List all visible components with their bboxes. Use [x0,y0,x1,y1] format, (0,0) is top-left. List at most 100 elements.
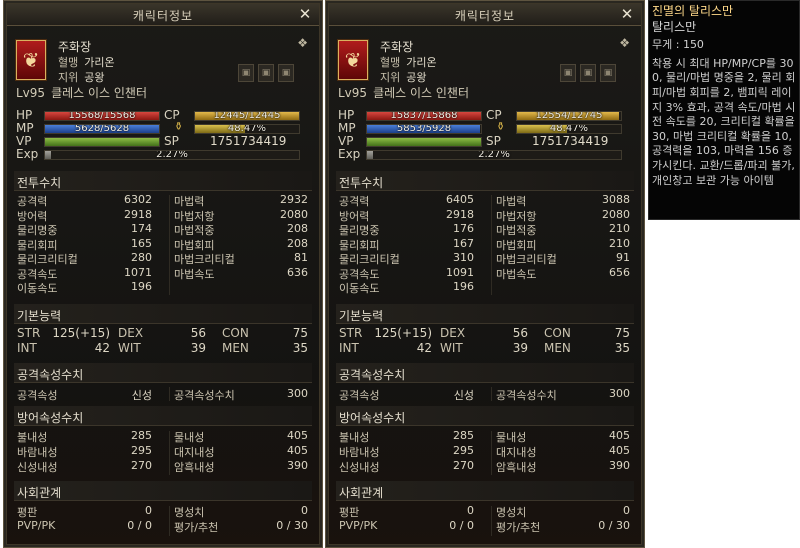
pledge-row: 혈맹 가리온 [380,54,437,70]
rank-row: 지위 공왕 [380,69,427,85]
stat-label: 이동속도 [17,282,58,295]
window-titlebar[interactable]: 캐릭터정보 ✕ [329,4,641,26]
stat-value: 405 [287,429,308,442]
lock-icon[interactable]: ▣ [238,64,254,82]
stat-value: 295 [131,444,152,457]
stat-value: 1071 [124,265,152,279]
attack-attribute-row: 공격속성 신성 공격속성수치 300 [336,387,634,402]
vitals-bars: HP 15837/15868 MP 5853/5928 VP Exp 2.27% CP 1255… [336,108,634,164]
stat-value: 270 [131,459,152,472]
basic-stat-row: STR 125(+15) DEX 56 CON 75 [14,326,312,340]
stat-value: 2932 [280,193,308,206]
basic-stat-row: INT 42 WIT 39 MEN 35 [336,341,634,355]
rank-label: 지위 [58,71,79,84]
stat-label: 신성내성 [17,461,58,474]
stat-label: 불내성 [339,431,370,444]
exp-bar: 2.27% [44,150,300,160]
character-level: Lv95 [338,86,368,100]
exp-value: 2.27% [156,150,188,160]
stat-label: 공격속성 [339,389,380,402]
rank-row: 지위 공왕 [58,69,105,85]
stat-value: 6405 [446,193,474,206]
stat-value: 0 / 0 [127,519,152,532]
sp-value: 1751734419 [210,134,287,148]
close-icon[interactable]: ✕ [297,5,313,23]
defense-attribute: 불내성 285 물내성 405 바람내성 295 대지내성 405 신성내성 270 암흑내성 390 [14,429,312,477]
lock-icon[interactable]: ▣ [600,64,616,82]
lock-icon[interactable]: ▣ [580,64,596,82]
stat-value: 405 [287,444,308,457]
stat-label: INT [339,341,359,355]
window-titlebar[interactable]: 캐릭터정보 ✕ [7,4,319,26]
stat-label: STR [17,326,41,340]
stat-value: 280 [131,251,152,264]
combat-stat-row: 물리회피 165 마법회피 208 [14,237,312,252]
social-row: 평판 0 명성치 0 [14,504,312,519]
gem-icon: ❖ [297,36,308,50]
basic-stats-header: 기본능력 [14,304,312,324]
social-row: 평판 0 명성치 0 [336,504,634,519]
stat-value: 285 [453,429,474,442]
stat-value: 210 [609,222,630,235]
stat-value: 174 [131,222,152,235]
weight-pouch-icon: ⚱ [496,120,506,133]
cp-row: CP 12445/12445 [14,108,312,122]
stat-value: 39 [512,341,528,355]
attack-attribute: 공격속성 신성 공격속성수치 300 [14,385,312,403]
stat-label: 불내성 [17,431,48,444]
combat-stat-row: 이동속도 196 [14,280,312,295]
sp-row: SP 1751734419 [336,134,634,148]
stat-value: 56 [190,326,206,340]
character-name: 주화장 [380,40,414,54]
stat-label: 암흑내성 [496,461,537,474]
basic-stat-row: STR 125(+15) DEX 56 CON 75 [336,326,634,340]
stat-value: 405 [609,444,630,457]
lock-icon[interactable]: ▣ [560,64,576,82]
stat-label: STR [339,326,363,340]
stat-label: CON [544,326,571,340]
weight-value: 48.47% [227,124,267,134]
stat-label: 공격속성수치 [174,389,235,402]
level-class-row: Lv95 클레스 이스 인챈터 [338,84,469,101]
vitals-bars: HP 15568/15568 MP 5628/5628 VP Exp 2.27% CP 1244… [14,108,312,164]
character-class: 클레스 이스 인챈터 [51,86,148,100]
stat-label: 평가/추천 [496,521,541,534]
combat-stats: 공격력 6405 마법력 3088 방어력 2918 마법저항 2080 물리명중 176 마법적중… [336,193,634,297]
combat-stat-row: 물리명중 176 마법적중 210 [336,222,634,237]
weight-pouch-icon: ⚱ [174,120,184,133]
pledge-row: 혈맹 가리온 [58,54,115,70]
stat-value: 2080 [602,207,630,221]
stat-value: 390 [287,459,308,472]
exp-row: Exp 2.27% [336,147,634,161]
attack-attribute-row: 공격속성 신성 공격속성수치 300 [14,387,312,402]
stat-value: 285 [131,429,152,442]
stat-label: 대지내성 [174,446,215,459]
weight-value: 48.47% [549,124,589,134]
character-info-window: 캐릭터정보 ✕ ❦ 주화장 혈맹 가리온 지위 공왕 ❖ ▣ ▣ ▣ Lv95 클레스 이스 인챈터 HP 1… [325,0,645,548]
exp-value: 2.27% [478,150,510,160]
level-class-row: Lv95 클레스 이스 인챈터 [16,84,147,101]
stat-value: 3088 [602,193,630,206]
cp-bar: 12445/12445 [194,111,300,121]
stat-label: 평판 [339,506,360,519]
stat-value: 196 [453,280,474,293]
stat-value: 405 [609,429,630,442]
lock-icon[interactable]: ▣ [258,64,274,82]
stat-value: 42 [416,341,432,355]
stat-label: 이동속도 [339,282,380,295]
close-icon[interactable]: ✕ [619,5,635,23]
combat-stat-row: 공격속도 1071 마법속도 636 [14,265,312,281]
stat-label: 평판 [17,506,38,519]
stat-label: INT [17,341,37,355]
defense-attribute-row: 바람내성 295 대지내성 405 [14,444,312,459]
stat-value: 196 [131,280,152,293]
cp-value: 12445/12445 [213,111,281,121]
stat-label: MEN [544,341,571,355]
tooltip-title: 진멸의 탈리스만 [652,4,734,18]
tooltip-description: 착용 시 최대 HP/MP/CP를 300, 물리/마법 명중을 2, 물리 회… [652,56,796,187]
combat-stat-row: 방어력 2918 마법저항 2080 [14,208,312,223]
lock-icon[interactable]: ▣ [278,64,294,82]
stat-label: 명성치 [496,506,527,519]
stat-value: 125(+15) [52,326,110,340]
stat-value: 0 [145,504,152,517]
